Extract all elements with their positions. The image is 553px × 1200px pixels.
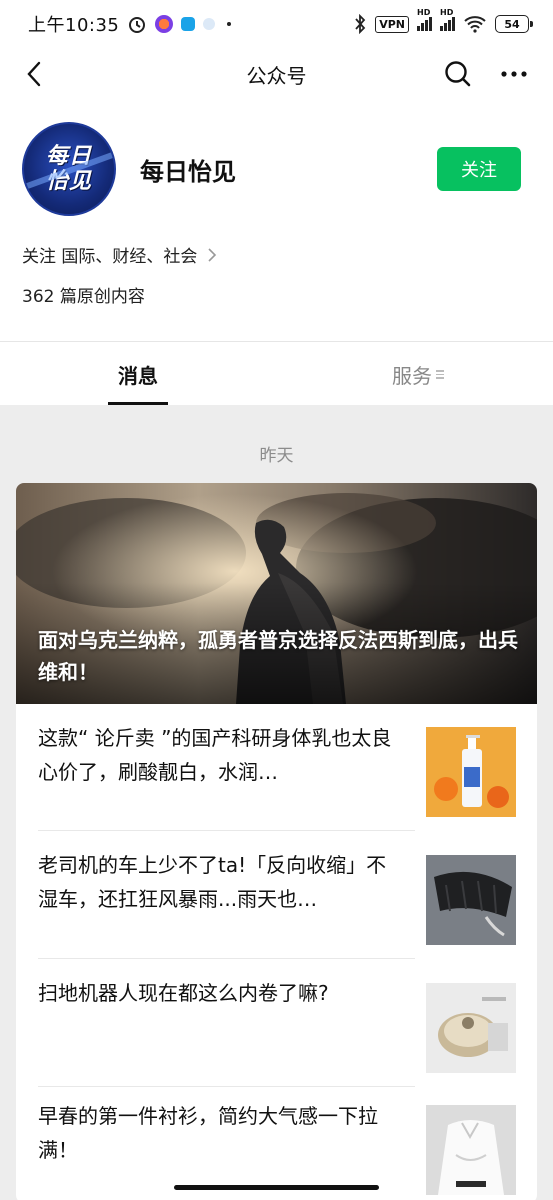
more-icon	[501, 71, 527, 77]
battery-indicator: 54	[495, 15, 533, 33]
message-feed: 昨天 面对乌克兰纳粹，孤勇者普京选择反法西斯到底，出兵维和！ 这款“ 论斤卖 ”…	[0, 405, 553, 1200]
chevron-right-icon	[208, 247, 217, 262]
hero-article-title: 面对乌克兰纳粹，孤勇者普京选择反法西斯到底，出兵维和！	[38, 628, 518, 684]
article-title: 早春的第一件衬衫，简约大气感一下拉满！	[38, 1104, 378, 1162]
article-thumbnail	[426, 983, 516, 1073]
divider	[38, 958, 415, 959]
chevron-left-icon	[27, 61, 41, 87]
white-shirt-image	[426, 1105, 516, 1195]
article-thumbnail	[426, 855, 516, 945]
tab-messages[interactable]: 消息	[108, 360, 168, 389]
menu-icon	[436, 370, 444, 379]
article-title: 扫地机器人现在都这么内卷了嘛?	[38, 981, 329, 1005]
status-time: 上午10:35	[28, 15, 120, 36]
signal-2-icon: HD	[440, 8, 455, 31]
tab-services[interactable]: 服务	[392, 360, 444, 389]
account-tags[interactable]: 关注 国际、财经、社会	[22, 242, 217, 267]
article-thumbnail	[426, 727, 516, 817]
app-notification-icon	[181, 17, 196, 31]
article-thumbnail	[426, 1105, 516, 1195]
vpn-badge: VPN	[375, 15, 409, 33]
app-notification-icon	[155, 15, 174, 33]
account-tags-label: 关注 国际、财经、社会	[22, 247, 198, 267]
back-button[interactable]	[16, 56, 52, 92]
hero-article[interactable]: 面对乌克兰纳粹，孤勇者普京选择反法西斯到底，出兵维和！	[16, 483, 537, 704]
account-name: 每日怡见	[140, 158, 236, 186]
account-profile: 每日 怡见 每日怡见 关注 关注 国际、财经、社会 362 篇原创内容	[0, 110, 553, 340]
status-bar: 上午10:35 VPN HD HD 54	[0, 0, 553, 48]
article-item[interactable]: 早春的第一件衬衫，简约大气感一下拉满！	[38, 1099, 516, 1199]
avatar[interactable]: 每日 怡见	[22, 122, 116, 216]
divider	[38, 830, 415, 831]
app-notification-icon	[203, 18, 216, 30]
article-title: 老司机的车上少不了ta!「反向收缩」不湿车，还扛狂风暴雨...雨天也…	[38, 853, 387, 911]
more-button[interactable]	[496, 56, 532, 92]
alarm-icon	[129, 17, 146, 33]
signal-1-icon: HD	[417, 8, 432, 31]
article-item[interactable]: 这款“ 论斤卖 ”的国产科研身体乳也太良心价了，刷酸靓白，水润…	[38, 721, 516, 831]
follow-button[interactable]: 关注	[437, 147, 521, 191]
tab-services-label: 服务	[392, 364, 432, 388]
umbrella-image	[426, 855, 516, 945]
search-icon	[445, 61, 471, 87]
article-title: 这款“ 论斤卖 ”的国产科研身体乳也太良心价了，刷酸靓白，水润…	[38, 726, 392, 784]
article-item[interactable]: 老司机的车上少不了ta!「反向收缩」不湿车，还扛狂风暴雨...雨天也…	[38, 848, 516, 958]
bluetooth-icon	[355, 14, 366, 34]
home-indicator[interactable]	[174, 1185, 379, 1190]
tab-bar: 消息 服务	[0, 342, 553, 405]
article-item[interactable]: 扫地机器人现在都这么内卷了嘛?	[38, 976, 516, 1086]
search-button[interactable]	[440, 56, 476, 92]
original-content-count: 362 篇原创内容	[22, 287, 145, 307]
divider	[38, 1086, 415, 1087]
more-notifications-dot	[227, 22, 232, 26]
article-card: 面对乌克兰纳粹，孤勇者普京选择反法西斯到底，出兵维和！ 这款“ 论斤卖 ”的国产…	[16, 483, 537, 1200]
nav-bar: 公众号	[0, 48, 553, 100]
date-label: 昨天	[259, 446, 294, 466]
robot-vacuum-image	[426, 983, 516, 1073]
lotion-bottle-image	[426, 727, 516, 817]
wifi-icon	[464, 16, 486, 33]
